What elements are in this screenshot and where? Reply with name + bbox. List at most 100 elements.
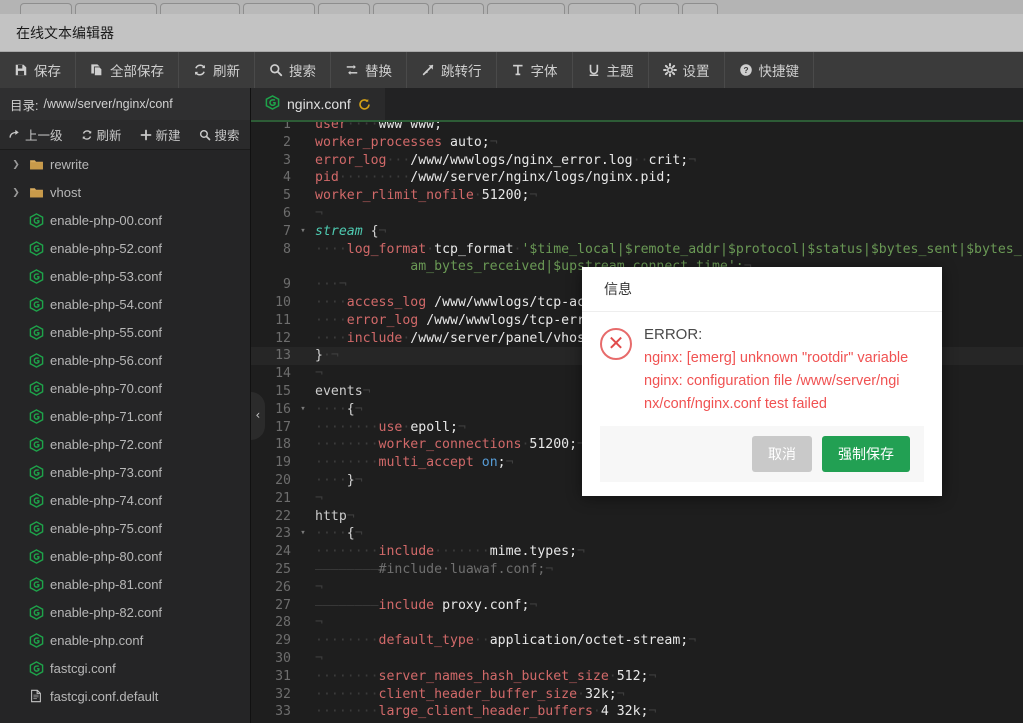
- file-row[interactable]: ❯enable-php-73.conf: [0, 458, 250, 486]
- browser-tab[interactable]: [639, 3, 679, 14]
- file-row[interactable]: ❯fastcgi.conf.default: [0, 682, 250, 710]
- toolbar-button-refresh[interactable]: 刷新: [179, 52, 255, 88]
- file-name: enable-php-00.conf: [50, 212, 163, 228]
- file-row[interactable]: ❯enable-php-00.conf: [0, 206, 250, 234]
- code-text: ————————include proxy.conf;¬: [315, 597, 538, 613]
- toolbar-button-save-all[interactable]: 全部保存: [76, 52, 179, 88]
- folder-row[interactable]: ❯ rewrite: [0, 150, 250, 178]
- file-row[interactable]: ❯enable-php-72.conf: [0, 430, 250, 458]
- error-circle-x-icon: ✕: [600, 328, 632, 360]
- toolbar-button-theme[interactable]: 主题: [573, 52, 649, 88]
- plus-icon: [140, 129, 152, 141]
- file-browser-panel: 目录: /www/server/nginx/conf 上一级 刷新 新建 搜索 ❯ re…: [0, 88, 251, 723]
- code-text: error_log···/www/wwwlogs/nginx_error.log…: [315, 152, 697, 168]
- browser-tab[interactable]: [432, 3, 484, 14]
- line-number: 6: [283, 205, 291, 221]
- dialog-body: ✕ ERROR: nginx: [emerg] unknown "rootdir…: [582, 312, 942, 426]
- file-row[interactable]: ❯enable-php-80.conf: [0, 542, 250, 570]
- unsaved-circle-icon[interactable]: [358, 98, 371, 111]
- fold-toggle-icon: [297, 436, 309, 454]
- file-row[interactable]: ❯enable-php-70.conf: [0, 374, 250, 402]
- browser-tab[interactable]: [373, 3, 429, 14]
- line-number: 27: [275, 597, 291, 613]
- fold-toggle-icon[interactable]: ▾: [297, 401, 309, 419]
- code-text: user····www www;: [315, 122, 443, 132]
- fold-toggle-icon: [297, 419, 309, 437]
- file-row[interactable]: ❯enable-php-53.conf: [0, 262, 250, 290]
- file-row[interactable]: ❯enable-php-54.conf: [0, 290, 250, 318]
- file-row[interactable]: ❯enable-php-71.conf: [0, 402, 250, 430]
- fold-toggle-icon: [297, 365, 309, 383]
- file-name: enable-php-52.conf: [50, 240, 163, 256]
- file-name: enable-php-81.conf: [50, 576, 163, 592]
- file-row[interactable]: ❯enable-php-52.conf: [0, 234, 250, 262]
- fold-toggle-icon: [297, 330, 309, 348]
- theme-icon: [587, 63, 601, 77]
- file-list[interactable]: ❯rewrite❯vhost❯enable-php-00.conf❯enable…: [0, 150, 250, 723]
- nginx-g-icon: [24, 576, 48, 592]
- code-text: ···¬: [315, 277, 347, 293]
- fold-toggle-icon: [297, 703, 309, 721]
- browser-tab[interactable]: [75, 3, 157, 14]
- file-row[interactable]: ❯enable-php-82.conf: [0, 598, 250, 626]
- file-row[interactable]: ❯enable-php-56.conf: [0, 346, 250, 374]
- fold-toggle-icon: [297, 241, 309, 259]
- dir-action-label: 新建: [155, 129, 181, 143]
- chevron-right-icon[interactable]: ❯: [8, 187, 24, 198]
- toolbar-button-search[interactable]: 搜索: [255, 52, 331, 88]
- toolbar-button-font[interactable]: 字体: [497, 52, 573, 88]
- file-name: enable-php.conf: [50, 632, 144, 648]
- file-row[interactable]: ❯enable-php-74.conf: [0, 486, 250, 514]
- file-name: enable-php-75.conf: [50, 520, 163, 536]
- toolbar-button-save[interactable]: 保存: [0, 52, 76, 88]
- fold-toggle-icon: [297, 122, 309, 134]
- nginx-g-icon: [24, 380, 48, 396]
- panel-collapse-handle[interactable]: ‹: [251, 392, 265, 440]
- fold-toggle-icon[interactable]: ▾: [297, 223, 309, 241]
- browser-tab[interactable]: [318, 3, 370, 14]
- toolbar-button-replace[interactable]: 替换: [331, 52, 407, 88]
- force-save-button[interactable]: 强制保存: [822, 436, 910, 472]
- toolbar-button-gear[interactable]: 设置: [649, 52, 725, 88]
- line-number: [251, 258, 297, 276]
- line-number: 26: [275, 579, 291, 595]
- file-name: enable-php-54.conf: [50, 296, 163, 312]
- code-line: 22 http¬: [251, 508, 1023, 526]
- editor-tab-nginx-conf[interactable]: nginx.conf: [251, 88, 385, 120]
- chevron-left-icon: ‹: [254, 408, 262, 423]
- browser-tab[interactable]: [487, 3, 565, 14]
- browser-tab[interactable]: [20, 3, 72, 14]
- replace-icon: [345, 63, 359, 77]
- file-row[interactable]: ❯enable-php-75.conf: [0, 514, 250, 542]
- fold-toggle-icon: [297, 614, 309, 632]
- toolbar-button-goto-line[interactable]: 跳转行: [407, 52, 497, 88]
- toolbar-button-help[interactable]: ? 快捷键: [725, 52, 814, 88]
- toolbar-button-label: 替换: [365, 64, 392, 79]
- dialog-header: 信息: [582, 267, 942, 312]
- dir-action-search[interactable]: 搜索: [190, 125, 249, 144]
- file-row[interactable]: ❯fastcgi.conf: [0, 654, 250, 682]
- file-row[interactable]: ❯enable-php-81.conf: [0, 570, 250, 598]
- dir-action-plus[interactable]: 新建: [131, 125, 190, 144]
- nginx-g-icon: [24, 296, 48, 312]
- dir-action-arrow-up-level[interactable]: 上一级: [0, 125, 72, 144]
- browser-tab[interactable]: [243, 3, 315, 14]
- browser-tab[interactable]: [160, 3, 240, 14]
- file-row[interactable]: ❯enable-php.conf: [0, 626, 250, 654]
- fold-toggle-icon: [297, 258, 309, 276]
- folder-row[interactable]: ❯ vhost: [0, 178, 250, 206]
- code-text: ····log_format·tcp_format·'$time_local|$…: [315, 241, 1023, 257]
- cancel-button[interactable]: 取消: [752, 436, 812, 472]
- browser-tab-strip: [0, 0, 1023, 14]
- chevron-right-icon[interactable]: ❯: [8, 159, 24, 170]
- browser-tab[interactable]: [682, 3, 718, 14]
- nginx-g-icon: [24, 660, 48, 676]
- fold-toggle-icon[interactable]: ▾: [297, 525, 309, 543]
- dir-action-refresh[interactable]: 刷新: [72, 125, 131, 144]
- browser-tab[interactable]: [568, 3, 636, 14]
- directory-path-bar: 目录: /www/server/nginx/conf: [0, 88, 250, 120]
- file-row[interactable]: ❯enable-php-55.conf: [0, 318, 250, 346]
- toolbar-button-label: 主题: [606, 64, 634, 79]
- fold-toggle-icon: [297, 276, 309, 294]
- file-name: vhost: [50, 184, 82, 200]
